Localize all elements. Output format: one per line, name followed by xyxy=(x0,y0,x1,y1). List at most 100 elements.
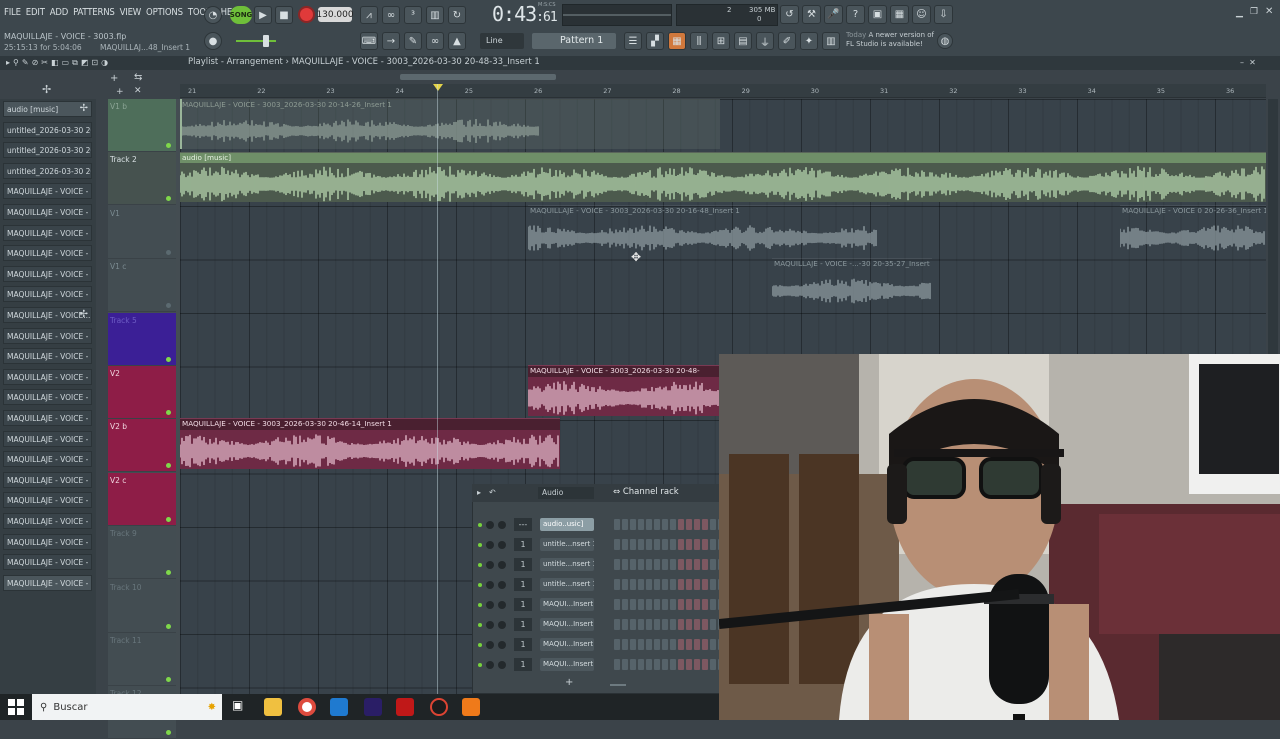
step-button[interactable] xyxy=(710,559,716,570)
channel-row[interactable]: 1 MAQUI...Insert 1 xyxy=(476,657,732,673)
browser-item[interactable]: MAQUILLAJE - VOICE - 30... xyxy=(3,410,92,426)
plugin-icon[interactable]: ▦ xyxy=(890,5,909,24)
browser-item[interactable]: MAQUILLAJE - VOICE - 30... xyxy=(3,533,92,550)
step-button[interactable] xyxy=(670,539,676,550)
step-button[interactable] xyxy=(638,519,644,530)
step-sequencer[interactable] xyxy=(614,659,732,670)
step-button[interactable] xyxy=(670,659,676,670)
channel-row[interactable]: 1 untitle...nsert 1 xyxy=(476,557,732,573)
channel-name-button[interactable]: untitle...nsert 1 xyxy=(540,558,594,571)
clip-audio-music[interactable]: audio [music] xyxy=(180,152,1266,202)
step-button[interactable] xyxy=(694,579,700,590)
step-button[interactable] xyxy=(686,659,692,670)
step-button[interactable] xyxy=(654,599,660,610)
drag-handle-icon[interactable]: ✢ xyxy=(80,309,88,320)
step-button[interactable] xyxy=(678,579,684,590)
track-header[interactable]: Track 2 xyxy=(108,152,176,206)
step-button[interactable] xyxy=(630,559,636,570)
step-button[interactable] xyxy=(702,559,708,570)
snap-selector[interactable]: Line xyxy=(480,33,524,49)
track-mute-led[interactable] xyxy=(166,677,171,682)
channel-name-button[interactable]: MAQUI...Insert 1 xyxy=(540,598,594,611)
browser-item[interactable]: untitled_2026-03-30 20-... xyxy=(3,142,92,159)
channel-led[interactable] xyxy=(478,643,482,647)
track-mute-led[interactable] xyxy=(166,623,171,629)
clip-v2[interactable]: MAQUILLAJE - VOICE - 3003_2026-03-30 20-… xyxy=(528,365,720,416)
step-button[interactable] xyxy=(678,659,684,670)
browser-item[interactable]: MAQUILLAJE - VOICE - 30... xyxy=(3,492,92,509)
step-button[interactable] xyxy=(654,639,660,650)
master-pitch-slider[interactable] xyxy=(236,40,276,42)
playhead-marker[interactable] xyxy=(433,84,443,91)
step-button[interactable] xyxy=(710,539,716,550)
step-button[interactable] xyxy=(646,599,652,610)
step-button[interactable] xyxy=(678,539,684,550)
scroll-left-icon[interactable]: + xyxy=(110,73,118,84)
slider-handle[interactable] xyxy=(263,35,269,47)
channel-row[interactable]: 1 MAQUI...Insert 1 xyxy=(476,617,732,633)
step-button[interactable] xyxy=(630,599,636,610)
browser-item[interactable]: untitled_2026-03-30 20-... xyxy=(3,162,92,179)
step-button[interactable] xyxy=(622,559,628,570)
step-button[interactable] xyxy=(614,539,620,550)
channel-rack-titlebar[interactable] xyxy=(472,484,720,502)
master-volume-knob[interactable]: ● xyxy=(204,32,222,50)
app-red-icon[interactable] xyxy=(396,698,414,716)
timeline-ruler[interactable] xyxy=(180,84,1266,98)
song-mode-toggle[interactable]: SONG xyxy=(230,6,252,24)
track-header[interactable]: V1 b xyxy=(108,99,176,152)
mixer-track-number[interactable]: --- xyxy=(514,518,532,531)
volume-knob[interactable] xyxy=(498,601,506,609)
channel-led[interactable] xyxy=(478,523,482,527)
step-button[interactable] xyxy=(654,559,660,570)
volume-knob[interactable] xyxy=(498,621,506,629)
step-button[interactable] xyxy=(630,539,636,550)
news-panel[interactable]: Today A newer version of FL Studio is av… xyxy=(846,31,934,49)
track-mute-led[interactable] xyxy=(166,356,171,362)
step-button[interactable] xyxy=(686,559,692,570)
step-button[interactable] xyxy=(678,519,684,530)
track-mute-led[interactable] xyxy=(166,730,171,736)
step-button[interactable] xyxy=(686,519,692,530)
channel-name-button[interactable]: MAQUI...Insert 1 xyxy=(540,638,594,651)
pan-knob[interactable] xyxy=(486,541,494,549)
step-button[interactable] xyxy=(646,619,652,630)
step-button[interactable] xyxy=(702,619,708,630)
track-mute-led[interactable] xyxy=(166,249,171,255)
stop-icon[interactable]: ■ xyxy=(275,6,293,24)
step-button[interactable] xyxy=(630,579,636,590)
link-icon[interactable]: ∞ xyxy=(426,32,444,50)
browser-item[interactable]: MAQUILLAJE - VOICE... ✢ xyxy=(3,307,92,323)
browser-item[interactable]: MAQUILLAJE - VOICE - 30... xyxy=(3,368,92,385)
step-button[interactable] xyxy=(622,519,628,530)
step-sequencer[interactable] xyxy=(614,579,732,590)
track-header[interactable]: V2 xyxy=(108,366,176,419)
clip-v1-a[interactable]: MAQUILLAJE - VOICE - 3003_2026-03-30 20-… xyxy=(528,205,890,253)
channel-rack-icon[interactable]: ▦ xyxy=(668,32,686,50)
drag-handle-icon[interactable]: ✢ xyxy=(80,103,88,114)
menu-file[interactable]: FILE xyxy=(4,7,21,18)
track-header[interactable]: V1 xyxy=(108,205,176,259)
browser-item[interactable]: MAQUILLAJE - VOICE - 30... xyxy=(3,286,92,303)
pencil-icon[interactable]: ✐ xyxy=(778,32,796,50)
step-button[interactable] xyxy=(694,619,700,630)
step-button[interactable] xyxy=(646,639,652,650)
step-sequencer[interactable] xyxy=(614,639,732,650)
chat-icon[interactable]: ☺ xyxy=(912,5,931,24)
track-header[interactable]: Track 9 xyxy=(108,526,176,580)
channel-row[interactable]: 1 MAQUI...Insert 1 xyxy=(476,637,732,653)
step-button[interactable] xyxy=(702,639,708,650)
arrows-icon[interactable]: ⇆ xyxy=(134,72,142,83)
step-button[interactable] xyxy=(694,639,700,650)
menu-edit[interactable]: EDIT xyxy=(26,7,45,18)
windows-start-icon[interactable] xyxy=(8,699,24,715)
channel-name-button[interactable]: untitle...nsert 1 xyxy=(540,538,594,551)
step-button[interactable] xyxy=(694,599,700,610)
step-sequencer[interactable] xyxy=(614,599,732,610)
channel-name-button[interactable]: MAQUI...Insert 1 xyxy=(540,658,594,671)
step-sequencer[interactable] xyxy=(614,619,732,630)
move-icon[interactable]: ✢ xyxy=(42,83,51,96)
channel-name-button[interactable]: MAQUI...Insert 1 xyxy=(540,618,594,631)
step-button[interactable] xyxy=(662,519,668,530)
step-button[interactable] xyxy=(702,519,708,530)
